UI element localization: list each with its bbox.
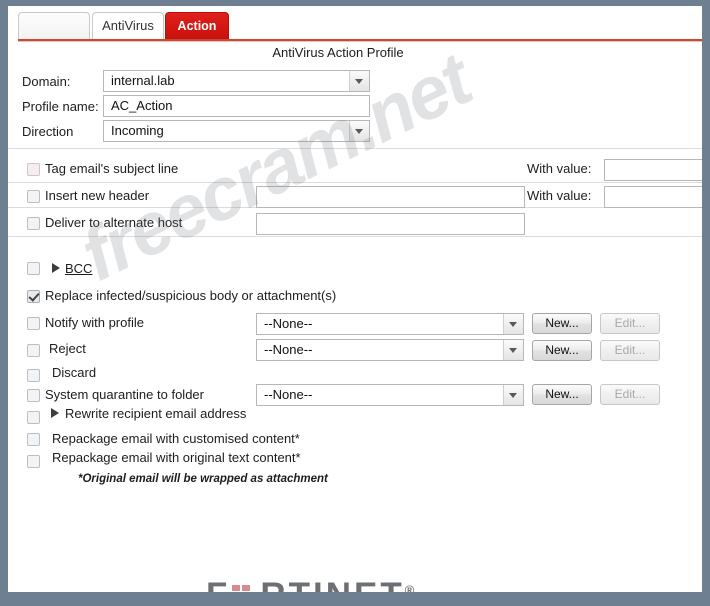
tab-blank[interactable] [18,12,90,40]
label-discard: Discard [52,365,97,380]
select-reject-value: --None-- [264,342,313,357]
label-repackage-customised: Repackage email with customised content* [52,431,300,446]
chevron-down-icon[interactable] [503,385,523,405]
checkbox-insert-header[interactable] [27,190,40,203]
triangle-right-icon[interactable] [51,408,59,418]
checkbox-discard[interactable] [27,369,40,382]
edit-notify-profile-button: Edit... [600,313,660,334]
direction-select-value: Incoming [111,123,164,138]
domain-select[interactable]: internal.lab [103,70,370,92]
checkbox-bcc[interactable] [27,262,40,275]
input-insert-header[interactable] [256,186,525,208]
label-tag-subject: Tag email's subject line [45,161,179,176]
bottom-frame-edge [0,592,710,606]
label-replace-infected: Replace infected/suspicious body or atta… [45,288,337,303]
select-notify-profile[interactable]: --None-- [256,313,524,335]
checkbox-replace-infected[interactable] [27,290,40,303]
tab-antivirus[interactable]: AntiVirus [92,12,164,40]
new-reject-button[interactable]: New... [532,340,592,361]
tab-underline-shadow [18,41,702,42]
checkbox-notify-with-profile[interactable] [27,317,40,330]
label-repackage-original: Repackage email with original text conte… [52,450,301,465]
domain-select-value: internal.lab [111,73,175,88]
divider-top [8,148,702,149]
label-with-value-2: With value: [527,188,592,203]
label-bcc[interactable]: BCC [65,261,92,276]
chevron-down-icon[interactable] [503,340,523,360]
edit-reject-button: Edit... [600,340,660,361]
checkbox-repackage-customised[interactable] [27,433,40,446]
label-notify-with-profile: Notify with profile [45,315,144,330]
checkbox-repackage-original[interactable] [27,455,40,468]
tab-action[interactable]: Action [165,12,229,40]
input-deliver-alternate-host[interactable] [256,213,525,235]
checkbox-system-quarantine[interactable] [27,389,40,402]
select-reject[interactable]: --None-- [256,339,524,361]
triangle-right-icon[interactable] [52,263,60,273]
checkbox-deliver-alternate-host[interactable] [27,217,40,230]
label-insert-header: Insert new header [45,188,150,203]
checkbox-reject[interactable] [27,344,40,357]
divider-mid-3 [8,236,702,237]
profile-name-label: Profile name: [22,99,99,114]
domain-label: Domain: [22,74,71,89]
new-notify-profile-button[interactable]: New... [532,313,592,334]
input-tag-subject-value[interactable] [604,159,702,181]
footnote-text: *Original email will be wrapped as attac… [78,473,328,485]
label-with-value-1: With value: [527,161,592,176]
input-insert-header-value[interactable] [604,186,702,208]
select-system-quarantine-value: --None-- [264,387,313,402]
window-frame: AntiVirus Action AntiVirus Action Profil… [0,0,710,606]
edit-system-quarantine-button: Edit... [600,384,660,405]
chevron-down-icon[interactable] [349,121,369,141]
label-system-quarantine: System quarantine to folder [45,387,204,402]
tab-bar: AntiVirus Action [8,6,702,42]
direction-label: Direction [22,124,74,139]
select-notify-profile-value: --None-- [264,316,313,331]
page-body: AntiVirus Action AntiVirus Action Profil… [8,6,702,598]
chevron-down-icon[interactable] [503,314,523,334]
page-title: AntiVirus Action Profile [272,45,404,60]
checkbox-tag-subject[interactable] [27,163,40,176]
profile-name-input[interactable]: AC_Action [103,95,370,117]
label-rewrite-recipient: Rewrite recipient email address [65,406,247,421]
label-reject: Reject [49,341,86,356]
checkbox-rewrite-recipient[interactable] [27,411,40,424]
divider-mid-1 [8,182,702,183]
chevron-down-icon[interactable] [349,71,369,91]
select-system-quarantine[interactable]: --None-- [256,384,524,406]
new-system-quarantine-button[interactable]: New... [532,384,592,405]
direction-select[interactable]: Incoming [103,120,370,142]
label-deliver-alternate-host: Deliver to alternate host [45,215,183,230]
